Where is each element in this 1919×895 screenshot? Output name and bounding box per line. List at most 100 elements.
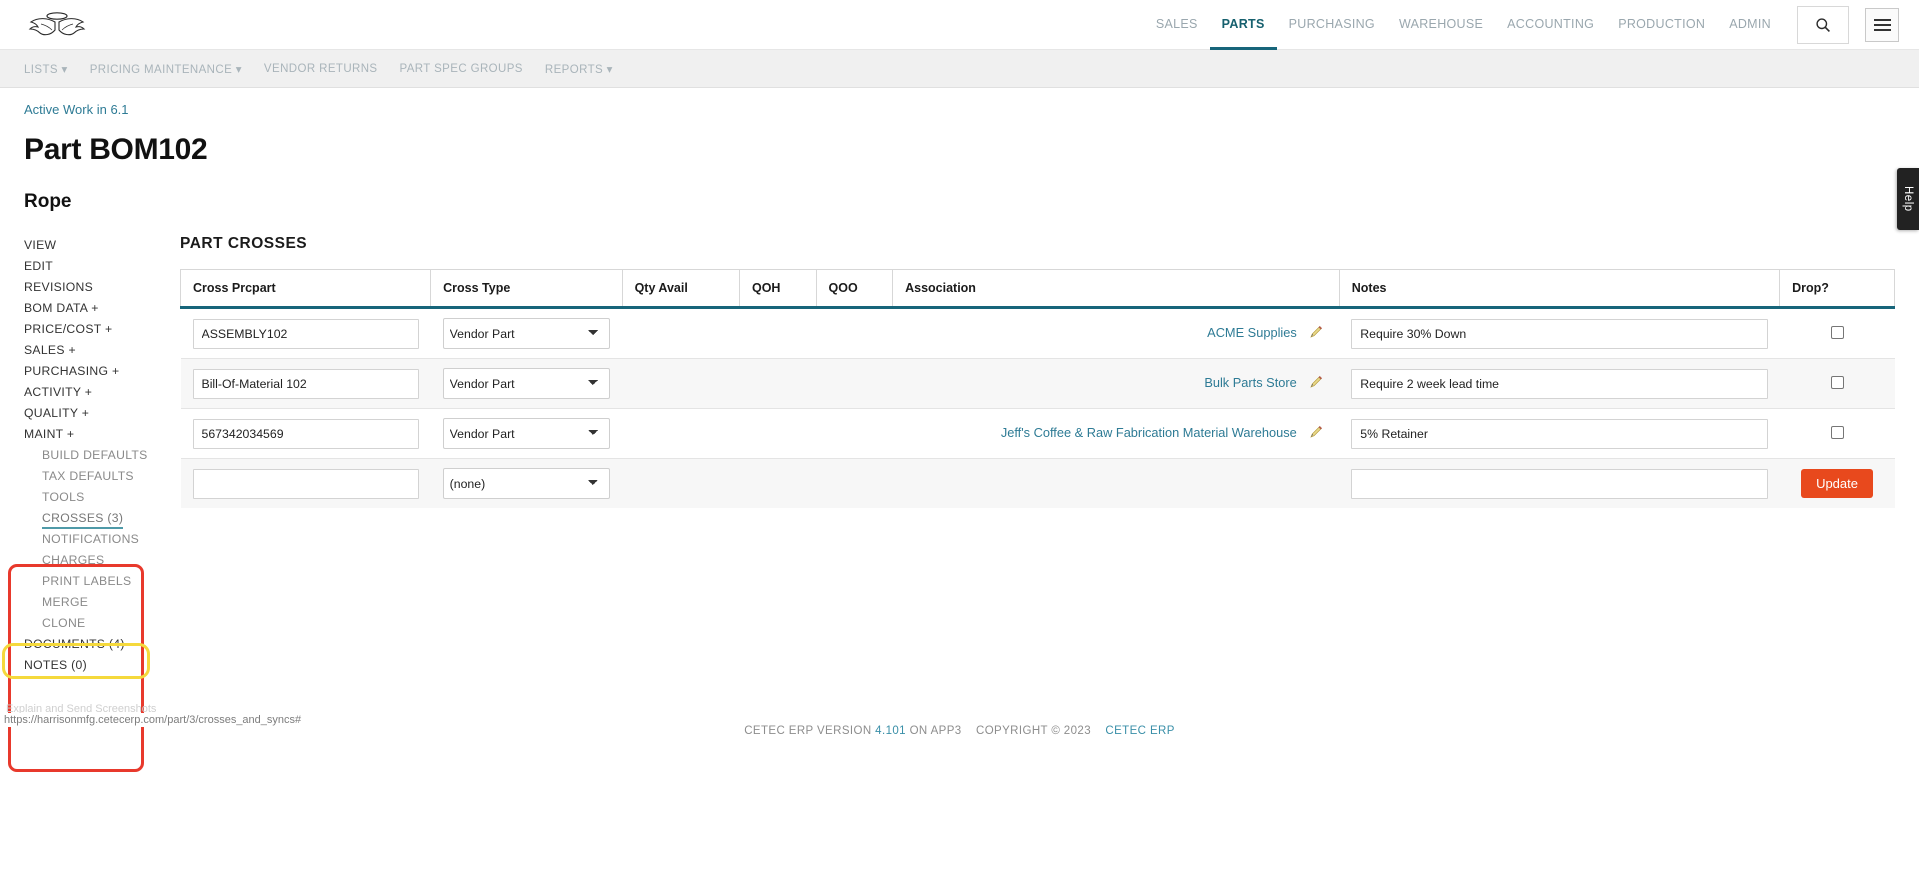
new-cross-type-select[interactable]: (none) [442, 468, 611, 499]
cell-qoo [816, 358, 893, 409]
cell-association: ACME Supplies [892, 307, 1340, 359]
cell-new-qty-avail [622, 458, 740, 508]
column-header-cross-type: Cross Type [430, 269, 623, 309]
cell-cross-prcpart [180, 358, 431, 409]
subnav-item-lists[interactable]: LISTS ▾ [24, 62, 68, 76]
sidebar-item-notes[interactable]: NOTES (0) [24, 655, 176, 676]
cross-type-select[interactable]: Vendor Part [442, 318, 611, 349]
pencil-icon[interactable] [1309, 325, 1323, 342]
sidebar-item-view[interactable]: VIEW [24, 235, 176, 256]
sidebar-item-crosses[interactable]: CROSSES (3) [42, 508, 124, 529]
drop-checkbox[interactable] [1830, 375, 1844, 389]
subnav-item-vendor-returns[interactable]: VENDOR RETURNS [264, 63, 378, 75]
footer-copyright: COPYRIGHT © 2023 [975, 725, 1091, 737]
pencil-icon[interactable] [1309, 425, 1323, 442]
cell-qoh [739, 307, 817, 359]
pencil-icon[interactable] [1309, 375, 1323, 392]
sidebar-item-maint[interactable]: MAINT + [24, 424, 176, 445]
content-row: VIEW EDIT REVISIONS BOM DATA + PRICE/COS… [0, 213, 1919, 676]
cross-type-select[interactable]: Vendor Part [442, 368, 611, 399]
top-bar: SALES PARTS PURCHASING WAREHOUSE ACCOUNT… [0, 0, 1919, 50]
sidebar-item-print-labels[interactable]: PRINT LABELS [24, 571, 176, 592]
table-row: Vendor Part ACME Supplies [180, 307, 1895, 359]
help-tab[interactable]: Help [1897, 168, 1919, 230]
sidebar-item-price-cost[interactable]: PRICE/COST + [24, 319, 176, 340]
page-container: Active Work in 6.1 Part BOM102 Rope VIEW… [0, 88, 1919, 772]
drop-checkbox[interactable] [1830, 325, 1844, 339]
notes-input[interactable] [1351, 418, 1768, 449]
nav-item-sales[interactable]: SALES [1144, 0, 1210, 50]
cell-new-qoo [816, 458, 893, 508]
nav-item-admin[interactable]: ADMIN [1717, 0, 1783, 50]
cell-cross-type: Vendor Part [430, 358, 623, 409]
cell-cross-prcpart [180, 307, 431, 359]
cross-type-select[interactable]: Vendor Part [442, 418, 611, 449]
sidebar-item-tools[interactable]: TOOLS [24, 487, 176, 508]
footer-brand-link[interactable]: CETEC ERP [1105, 725, 1174, 737]
sidebar-item-purchasing[interactable]: PURCHASING + [24, 361, 176, 382]
column-header-association: Association [892, 269, 1340, 309]
cross-prcpart-input[interactable] [192, 368, 419, 399]
new-cross-prcpart-input[interactable] [192, 468, 419, 499]
sidebar-item-bom-data[interactable]: BOM DATA + [24, 298, 176, 319]
cell-qoh [739, 408, 817, 459]
subnav-item-reports[interactable]: REPORTS ▾ [545, 62, 613, 76]
hamburger-menu-button[interactable] [1865, 7, 1899, 42]
nav-item-purchasing[interactable]: PURCHASING [1277, 0, 1387, 50]
subnav-item-part-spec-groups[interactable]: PART SPEC GROUPS [400, 63, 523, 75]
new-notes-input[interactable] [1351, 468, 1768, 499]
cell-cross-prcpart [180, 408, 431, 459]
nav-item-production[interactable]: PRODUCTION [1606, 0, 1717, 50]
column-header-qoo: QOO [815, 269, 894, 309]
association-link[interactable]: ACME Supplies [1207, 325, 1297, 340]
sidebar-item-revisions[interactable]: REVISIONS [24, 277, 176, 298]
app-logo[interactable] [28, 10, 98, 40]
drop-checkbox[interactable] [1830, 425, 1844, 439]
breadcrumb[interactable]: Active Work in 6.1 [0, 88, 129, 117]
cell-qoh [739, 358, 817, 409]
sidebar-item-clone[interactable]: CLONE [24, 613, 176, 634]
angel-wings-logo-icon [28, 11, 86, 35]
sidebar-item-documents[interactable]: DOCUMENTS (4) [24, 634, 176, 655]
cell-drop [1779, 358, 1895, 409]
column-header-qoh: QOH [738, 269, 817, 309]
cell-cross-type: Vendor Part [430, 307, 623, 359]
association-link[interactable]: Jeff's Coffee & Raw Fabrication Material… [1001, 425, 1297, 440]
sidebar-item-quality[interactable]: QUALITY + [24, 403, 176, 424]
cell-qty-avail [622, 358, 740, 409]
association-link[interactable]: Bulk Parts Store [1204, 375, 1296, 390]
section-title: PART CROSSES [180, 235, 308, 252]
sidebar-item-edit[interactable]: EDIT [24, 256, 176, 277]
sidebar-item-build-defaults[interactable]: BUILD DEFAULTS [24, 445, 176, 466]
sidebar-item-charges[interactable]: CHARGES [24, 550, 176, 571]
part-description: Rope [24, 191, 72, 212]
cell-drop [1779, 408, 1895, 459]
sidebar-item-notifications[interactable]: NOTIFICATIONS [24, 529, 176, 550]
cell-update: Update [1779, 458, 1895, 508]
update-button[interactable]: Update [1801, 469, 1873, 498]
page-title: Part BOM102 [24, 133, 208, 166]
cross-prcpart-input[interactable] [192, 418, 419, 449]
cell-new-qoh [739, 458, 817, 508]
sidebar-item-merge[interactable]: MERGE [24, 592, 176, 613]
cell-qty-avail [622, 408, 740, 459]
notes-input[interactable] [1351, 318, 1768, 349]
cell-notes [1339, 358, 1780, 409]
table-header: Cross Prcpart Cross Type Qty Avail QOH Q… [179, 269, 1895, 309]
cell-association: Jeff's Coffee & Raw Fabrication Material… [892, 408, 1340, 459]
nav-item-warehouse[interactable]: WAREHOUSE [1387, 0, 1495, 50]
cross-prcpart-input[interactable] [192, 318, 419, 349]
search-button[interactable] [1797, 5, 1849, 44]
sidebar-item-sales[interactable]: SALES + [24, 340, 176, 361]
nav-item-accounting[interactable]: ACCOUNTING [1495, 0, 1606, 50]
footer-app-server: ON APP3 [909, 725, 962, 737]
subnav-item-pricing-maintenance[interactable]: PRICING MAINTENANCE ▾ [90, 62, 242, 76]
column-header-qty-avail: Qty Avail [621, 269, 740, 309]
notes-input[interactable] [1351, 368, 1768, 399]
footer-version-prefix: CETEC ERP VERSION [744, 725, 872, 737]
new-cross-row: (none) Update [180, 458, 1895, 508]
part-crosses-table: Cross Prcpart Cross Type Qty Avail QOH Q… [179, 269, 1895, 508]
sidebar-item-activity[interactable]: ACTIVITY + [24, 382, 176, 403]
sidebar-item-tax-defaults[interactable]: TAX DEFAULTS [24, 466, 176, 487]
nav-item-parts[interactable]: PARTS [1209, 0, 1277, 50]
